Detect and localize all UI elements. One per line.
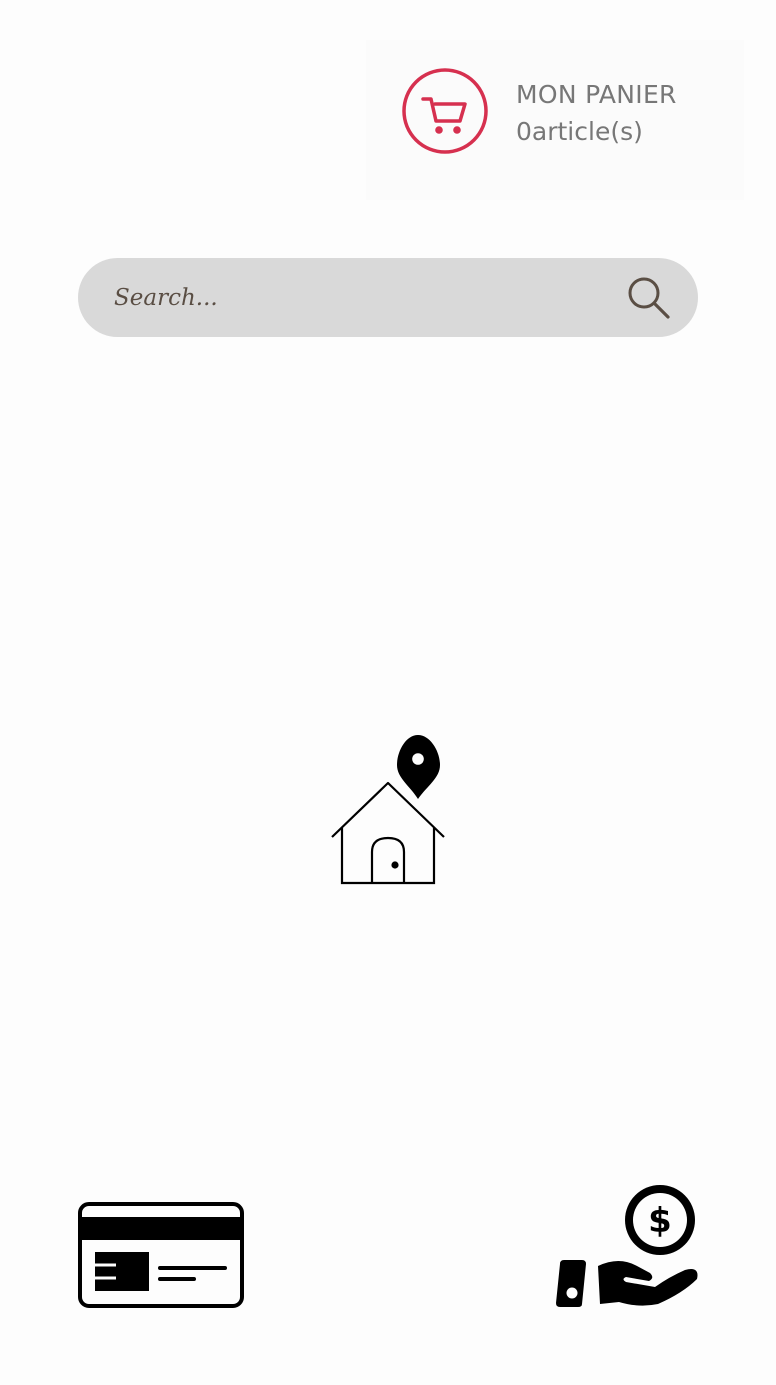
search-input[interactable] bbox=[114, 258, 614, 337]
search-button[interactable] bbox=[626, 275, 674, 321]
credit-card-icon bbox=[78, 1202, 244, 1308]
magnifier-icon bbox=[628, 277, 670, 319]
hand-coin-dollar-icon: $ bbox=[556, 1185, 698, 1307]
cart-item-count: 0article(s) bbox=[516, 117, 643, 146]
cart-widget[interactable]: MON PANIER 0article(s) bbox=[366, 40, 744, 200]
cart-title: MON PANIER bbox=[516, 80, 677, 109]
search-bar bbox=[78, 258, 698, 337]
house-location-pin-icon bbox=[331, 735, 445, 885]
shopping-cart-icon bbox=[402, 68, 488, 154]
svg-text:$: $ bbox=[648, 1201, 672, 1241]
